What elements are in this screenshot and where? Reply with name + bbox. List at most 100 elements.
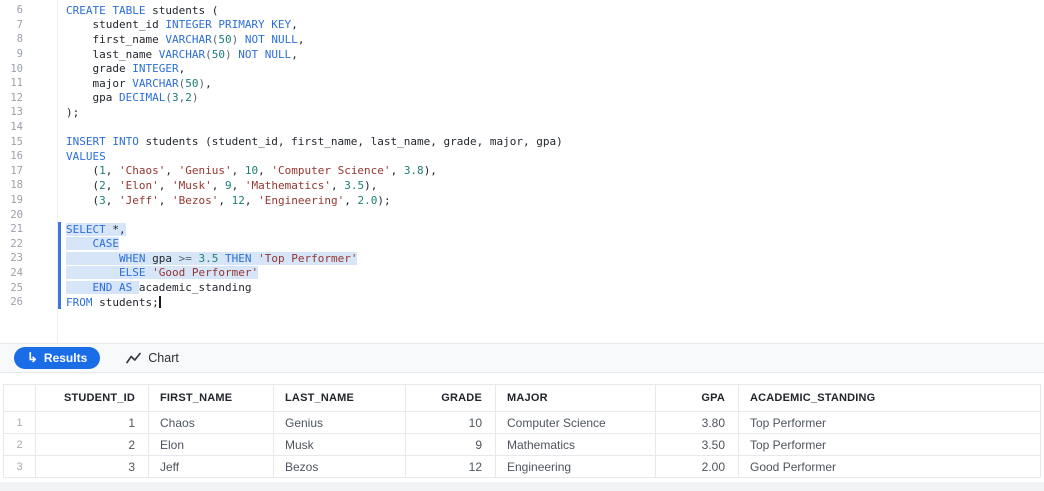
code-line[interactable]: 13); bbox=[0, 105, 1044, 120]
code-token: 'Elon' bbox=[119, 178, 159, 192]
results-tab[interactable]: ↳ Results bbox=[14, 347, 101, 369]
table-cell[interactable]: 10 bbox=[405, 411, 496, 434]
table-cell[interactable]: 3 bbox=[35, 455, 149, 478]
code-token: last_name bbox=[66, 47, 159, 61]
code-line[interactable]: 25 END AS academic_standing bbox=[0, 280, 1044, 295]
table-row[interactable]: 2 2 Elon Musk 9 Mathematics 3.50 Top Performer bbox=[3, 433, 1041, 456]
code-line[interactable]: 21 SELECT *, bbox=[0, 221, 1044, 237]
gutter bbox=[23, 149, 66, 164]
table-cell[interactable]: Engineering bbox=[495, 455, 656, 478]
table-cell[interactable]: 3.80 bbox=[655, 411, 739, 434]
code-text: major VARCHAR(50), bbox=[66, 77, 211, 90]
code-line[interactable]: 6 CREATE TABLE students ( bbox=[0, 3, 1044, 18]
table-cell[interactable]: 9 bbox=[405, 433, 496, 456]
table-cell[interactable]: 3.50 bbox=[655, 433, 739, 456]
code-token: SELECT bbox=[66, 222, 106, 236]
line-number: 24 bbox=[10, 266, 23, 279]
code-line[interactable]: 11 major VARCHAR(50), bbox=[0, 76, 1044, 91]
column-header-grade[interactable]: GRADE bbox=[405, 384, 496, 412]
table-cell[interactable]: Elon bbox=[148, 433, 274, 456]
code-line[interactable]: 15 INSERT INTO students (student_id, firs… bbox=[0, 134, 1044, 149]
code-line[interactable]: 16 VALUES bbox=[0, 149, 1044, 164]
code-token: academic_standing bbox=[138, 281, 252, 295]
code-token: , bbox=[105, 178, 119, 192]
code-line[interactable]: 18 (2, 'Elon', 'Musk', 9, 'Mathematics',… bbox=[0, 178, 1044, 193]
code-line[interactable]: 9 last_name VARCHAR(50) NOT NULL, bbox=[0, 47, 1044, 62]
gutter bbox=[23, 236, 66, 252]
code-token: 10 bbox=[244, 164, 259, 178]
line-number: 9 bbox=[16, 48, 23, 61]
line-number: 15 bbox=[10, 135, 23, 148]
code-line[interactable]: 12 gpa DECIMAL(3,2) bbox=[0, 91, 1044, 106]
code-editor[interactable]: 6 CREATE TABLE students (7 student_id INT… bbox=[0, 0, 1044, 343]
results-background bbox=[0, 482, 1044, 491]
table-cell[interactable]: Top Performer bbox=[738, 411, 1041, 434]
gutter bbox=[23, 3, 66, 18]
chart-tab[interactable]: Chart bbox=[126, 351, 179, 365]
code-text: CASE bbox=[66, 237, 119, 251]
code-line[interactable]: 14 bbox=[0, 120, 1044, 135]
code-token: 50 bbox=[211, 47, 225, 61]
code-token: 12 bbox=[231, 193, 245, 207]
gutter bbox=[23, 164, 66, 179]
gutter bbox=[23, 61, 66, 76]
code-text: WHEN gpa >= 3.5 THEN 'Top Performer' bbox=[66, 251, 358, 265]
code-token: student_id bbox=[66, 18, 166, 32]
column-header-last_name[interactable]: LAST_NAME bbox=[273, 384, 406, 412]
editor-cursor bbox=[159, 295, 161, 308]
line-number: 8 bbox=[16, 33, 23, 46]
table-cell[interactable]: 2.00 bbox=[655, 455, 739, 478]
table-cell[interactable]: 1 bbox=[35, 411, 149, 434]
table-cell[interactable]: Computer Science bbox=[495, 411, 656, 434]
column-header-gpa[interactable]: GPA bbox=[655, 384, 739, 412]
line-number: 10 bbox=[10, 62, 23, 75]
code-line[interactable]: 20 bbox=[0, 207, 1044, 222]
statement-indicator-bar bbox=[58, 251, 61, 266]
table-cell[interactable]: Good Performer bbox=[738, 455, 1041, 478]
code-line[interactable]: 22 CASE bbox=[0, 236, 1044, 252]
code-line[interactable]: 24 ELSE 'Good Performer' bbox=[0, 265, 1044, 281]
column-header-academic_standing[interactable]: ACADEMIC_STANDING bbox=[738, 384, 1041, 412]
line-number: 21 bbox=[10, 223, 23, 236]
code-token: gpa bbox=[66, 91, 119, 105]
code-line[interactable]: 26 FROM students; bbox=[0, 294, 1044, 310]
code-token: , bbox=[330, 178, 345, 192]
code-line[interactable]: 17 (1, 'Chaos', 'Genius', 10, 'Computer … bbox=[0, 164, 1044, 179]
table-cell[interactable]: Jeff bbox=[148, 455, 274, 478]
code-token: first_name bbox=[66, 32, 166, 46]
code-line[interactable]: 8 first_name VARCHAR(50) NOT NULL, bbox=[0, 32, 1044, 47]
code-token bbox=[218, 251, 225, 265]
table-cell[interactable]: Musk bbox=[273, 433, 406, 456]
table-cell[interactable]: Bezos bbox=[273, 455, 406, 478]
code-token: THEN bbox=[224, 251, 252, 265]
code-line[interactable]: 7 student_id INTEGER PRIMARY KEY, bbox=[0, 18, 1044, 33]
code-line[interactable]: 19 (3, 'Jeff', 'Bezos', 12, 'Engineering… bbox=[0, 193, 1044, 208]
code-line[interactable]: 10 grade INTEGER, bbox=[0, 61, 1044, 76]
row-number-cell[interactable]: 1 bbox=[3, 411, 36, 434]
gutter bbox=[23, 178, 66, 193]
code-token: 9 bbox=[225, 178, 232, 192]
code-line[interactable]: 23 WHEN gpa >= 3.5 THEN 'Top Performer' bbox=[0, 251, 1044, 266]
code-token: VARCHAR bbox=[158, 47, 206, 61]
line-number: 25 bbox=[10, 281, 23, 294]
table-cell[interactable]: Mathematics bbox=[495, 433, 656, 456]
row-number-cell[interactable]: 2 bbox=[3, 433, 36, 456]
row-number-cell[interactable]: 3 bbox=[3, 455, 36, 478]
table-cell[interactable]: Genius bbox=[273, 411, 406, 434]
line-number: 17 bbox=[10, 164, 23, 177]
code-token: ( bbox=[205, 47, 212, 61]
column-header-first_name[interactable]: FIRST_NAME bbox=[148, 384, 274, 412]
table-cell[interactable]: 12 bbox=[405, 455, 496, 478]
gutter bbox=[23, 134, 66, 149]
column-header-student_id[interactable]: STUDENT_ID bbox=[35, 384, 149, 412]
code-text: ELSE 'Good Performer' bbox=[66, 266, 259, 280]
table-cell[interactable]: 2 bbox=[35, 433, 149, 456]
code-token bbox=[132, 281, 139, 295]
table-row[interactable]: 1 1 Chaos Genius 10 Computer Science 3.80 Top P… bbox=[3, 411, 1041, 434]
column-header-major[interactable]: MAJOR bbox=[495, 384, 656, 412]
table-row[interactable]: 3 3 Jeff Bezos 12 Engineering 2.00 Good Perform… bbox=[3, 455, 1041, 478]
gutter bbox=[23, 280, 66, 295]
gutter bbox=[23, 120, 66, 135]
table-cell[interactable]: Chaos bbox=[148, 411, 274, 434]
table-cell[interactable]: Top Performer bbox=[738, 433, 1041, 456]
